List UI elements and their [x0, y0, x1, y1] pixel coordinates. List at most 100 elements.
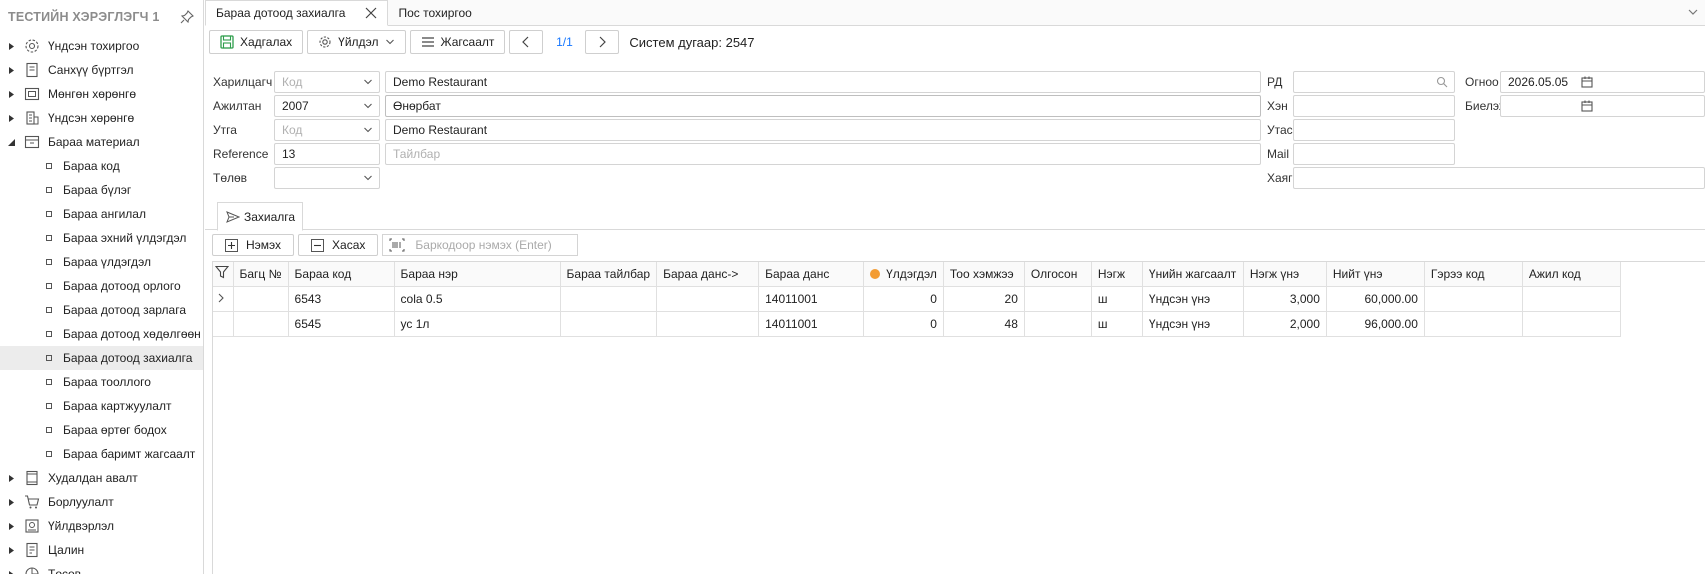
sidebar-subitem[interactable]: Бараа ангилал	[0, 202, 203, 226]
column-header[interactable]: Гэрээ код	[1424, 262, 1523, 287]
calendar-icon[interactable]	[1581, 76, 1593, 88]
employee-code-select[interactable]: 2007	[274, 95, 380, 117]
table-cell[interactable]: 96,000.00	[1326, 311, 1425, 337]
table-cell[interactable]	[233, 286, 289, 312]
table-cell[interactable]	[1424, 286, 1523, 312]
table-cell[interactable]	[1024, 286, 1092, 312]
caret-right-icon[interactable]	[6, 65, 16, 75]
table-cell[interactable]: 48	[943, 311, 1025, 337]
sidebar-item-document[interactable]: Санхүү бүртгэл	[0, 58, 203, 82]
column-header[interactable]: Олгосон	[1024, 262, 1092, 287]
table-cell[interactable]: 20	[943, 286, 1025, 312]
who-field[interactable]	[1293, 95, 1455, 117]
sidebar-subitem[interactable]: Бараа дотоод зарлага	[0, 298, 203, 322]
warehouse-name-field[interactable]: Demo Restaurant	[385, 119, 1261, 141]
sidebar-item-cart[interactable]: Борлуулалт	[0, 490, 203, 514]
sidebar-item-pie[interactable]: Төсөв	[0, 562, 203, 574]
column-header[interactable]: Бараа тайлбар	[560, 262, 658, 287]
table-cell[interactable]	[656, 286, 760, 312]
warehouse-code-select[interactable]: Код	[274, 119, 380, 141]
filter-cell[interactable]	[213, 262, 234, 287]
calendar-icon[interactable]	[1581, 100, 1593, 112]
sidebar-subitem[interactable]: Бараа код	[0, 154, 203, 178]
column-header[interactable]: Багц №	[233, 262, 289, 287]
row-indicator[interactable]	[213, 286, 234, 312]
table-cell[interactable]: 3,000	[1243, 286, 1327, 312]
table-cell[interactable]: 6545	[288, 311, 395, 337]
prev-page-button[interactable]	[509, 30, 544, 54]
sidebar-subitem[interactable]: Бараа үлдэгдэл	[0, 250, 203, 274]
chevron-down-icon[interactable]	[1687, 6, 1699, 18]
customer-code-select[interactable]: Код	[274, 71, 380, 93]
table-cell[interactable]	[1522, 286, 1621, 312]
column-header[interactable]: Бараа нэр	[394, 262, 561, 287]
table-cell[interactable]: ш	[1091, 286, 1143, 312]
sidebar-subitem[interactable]: Бараа баримт жагсаалт	[0, 442, 203, 466]
column-header[interactable]: Бараа данс	[758, 262, 865, 287]
pin-icon[interactable]	[179, 9, 195, 25]
caret-right-icon[interactable]	[6, 89, 16, 99]
fulfill-date-field[interactable]	[1500, 95, 1705, 117]
sidebar-subitem[interactable]: Бараа өртөг бодох	[0, 418, 203, 442]
table-cell[interactable]: 60,000.00	[1326, 286, 1425, 312]
sidebar-item-box[interactable]: Бараа материал	[0, 130, 203, 154]
caret-right-icon[interactable]	[6, 545, 16, 555]
table-cell[interactable]	[233, 311, 289, 337]
reference-field[interactable]: 13	[274, 143, 380, 165]
caret-right-icon[interactable]	[6, 497, 16, 507]
employee-name-field[interactable]: Өнөрбат	[385, 95, 1261, 117]
table-cell[interactable]: 6543	[288, 286, 395, 312]
caret-right-icon[interactable]	[6, 521, 16, 531]
column-header[interactable]: Үнийн жагсаалт	[1142, 262, 1244, 287]
column-header[interactable]: Ажил код	[1522, 262, 1621, 287]
table-cell[interactable]	[1522, 311, 1621, 337]
table-cell[interactable]: cola 0.5	[394, 286, 561, 312]
table-cell[interactable]: 2,000	[1243, 311, 1327, 337]
sidebar-item-purchase[interactable]: Худалдан авалт	[0, 466, 203, 490]
sidebar-item-building[interactable]: Үндсэн хөрөнгө	[0, 106, 203, 130]
column-header[interactable]: Тоо хэмжээ	[943, 262, 1025, 287]
column-header[interactable]: Бараа код	[288, 262, 395, 287]
table-cell[interactable]: 14011001	[758, 286, 865, 312]
list-button[interactable]: Жагсаалт	[409, 30, 506, 54]
table-row[interactable]: 6545 ус 1л 14011001 0 48 ш Үндсэн үнэ 2,000 96,0…	[213, 311, 1621, 337]
sidebar-subitem[interactable]: Бараа эхний үлдэгдэл	[0, 226, 203, 250]
save-button[interactable]: Хадгалах	[209, 30, 304, 54]
date-field[interactable]: 2026.05.05	[1500, 71, 1705, 93]
action-button[interactable]: Үйлдэл	[307, 30, 406, 54]
table-cell[interactable]: ус 1л	[394, 311, 561, 337]
table-cell[interactable]: Үндсэн үнэ	[1142, 286, 1244, 312]
table-cell[interactable]	[656, 311, 760, 337]
sidebar-subitem[interactable]: Бараа дотоод захиалга	[0, 346, 203, 370]
add-button[interactable]: Нэмэх	[212, 234, 295, 256]
sidebar-subitem[interactable]: Бараа картжуулалт	[0, 394, 203, 418]
table-cell[interactable]	[560, 286, 658, 312]
table-cell[interactable]	[1424, 311, 1523, 337]
table-cell[interactable]	[560, 311, 658, 337]
column-header[interactable]: Үлдэгдэл	[863, 262, 944, 287]
sidebar-subitem[interactable]: Бараа дотоод хөдөлгөөн	[0, 322, 203, 346]
table-cell[interactable]: ш	[1091, 311, 1143, 337]
sidebar-item-cash[interactable]: Мөнгөн хөрөнгө	[0, 82, 203, 106]
caret-down-icon[interactable]	[6, 137, 16, 147]
description-field[interactable]: Тайлбар	[385, 143, 1261, 165]
table-cell[interactable]: 0	[863, 286, 944, 312]
remove-button[interactable]: Хасах	[298, 234, 379, 256]
column-header[interactable]: Нэгж үнэ	[1243, 262, 1327, 287]
mail-field[interactable]	[1293, 143, 1455, 165]
tab-order[interactable]: Захиалга	[217, 202, 303, 231]
sidebar-item-payroll[interactable]: Цалин	[0, 538, 203, 562]
row-indicator[interactable]	[213, 311, 234, 337]
table-cell[interactable]: Үндсэн үнэ	[1142, 311, 1244, 337]
next-page-button[interactable]	[585, 30, 620, 54]
caret-right-icon[interactable]	[6, 113, 16, 123]
table-cell[interactable]	[1024, 311, 1092, 337]
customer-name-field[interactable]: Demo Restaurant	[385, 71, 1261, 93]
column-header[interactable]: Нийт үнэ	[1326, 262, 1425, 287]
caret-right-icon[interactable]	[6, 473, 16, 483]
phone-field[interactable]	[1293, 119, 1455, 141]
address-field[interactable]	[1293, 167, 1705, 189]
table-row[interactable]: 6543 cola 0.5 14011001 0 20 ш Үндсэн үнэ 3,000 6…	[213, 286, 1621, 312]
sidebar-item-gear[interactable]: Үндсэн тохиргоо	[0, 34, 203, 58]
status-select[interactable]	[274, 167, 380, 189]
